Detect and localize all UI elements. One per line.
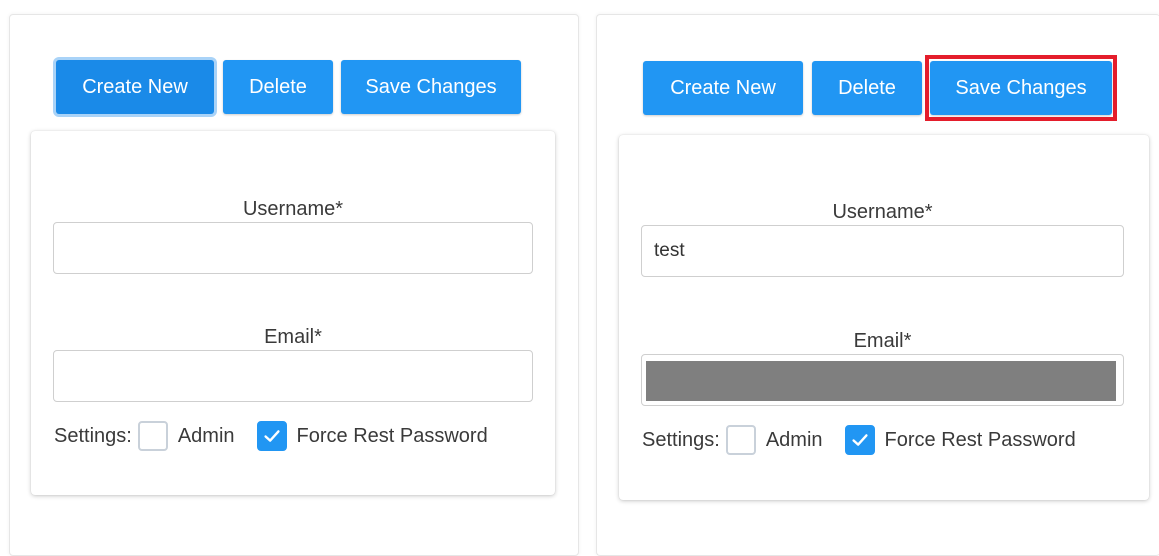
settings-label: Settings:	[54, 424, 132, 447]
admin-label: Admin	[177, 424, 235, 447]
email-label: Email*	[853, 330, 912, 352]
save-changes-button[interactable]: Save Changes	[930, 61, 1112, 115]
settings-row: Settings: Admin Force Rest Password	[54, 421, 488, 451]
delete-button[interactable]: Delete	[812, 61, 922, 115]
username-label: Username*	[242, 198, 344, 220]
admin-label: Admin	[765, 428, 823, 451]
admin-checkbox[interactable]	[137, 421, 168, 451]
delete-button[interactable]: Delete	[223, 60, 333, 114]
save-changes-button[interactable]: Save Changes	[341, 60, 521, 114]
force-reset-password-label: Force Rest Password	[296, 424, 488, 447]
email-input[interactable]	[53, 350, 533, 402]
checkmark-icon	[851, 434, 868, 446]
settings-row: Settings: Admin Force Rest Password	[642, 425, 1076, 455]
email-label: Email*	[264, 326, 322, 348]
redacted-email-value	[646, 361, 1116, 401]
admin-checkbox[interactable]	[725, 425, 756, 455]
create-new-button[interactable]: Create New	[56, 60, 214, 114]
username-label: Username*	[832, 201, 933, 223]
checkmark-icon	[263, 430, 280, 442]
create-new-button[interactable]: Create New	[643, 61, 803, 115]
force-reset-password-checkbox[interactable]	[256, 421, 287, 451]
settings-label: Settings:	[642, 428, 720, 451]
force-reset-password-checkbox[interactable]	[844, 425, 875, 455]
force-reset-password-label: Force Rest Password	[884, 428, 1076, 451]
username-input[interactable]	[53, 222, 533, 274]
username-input[interactable]	[641, 225, 1124, 277]
